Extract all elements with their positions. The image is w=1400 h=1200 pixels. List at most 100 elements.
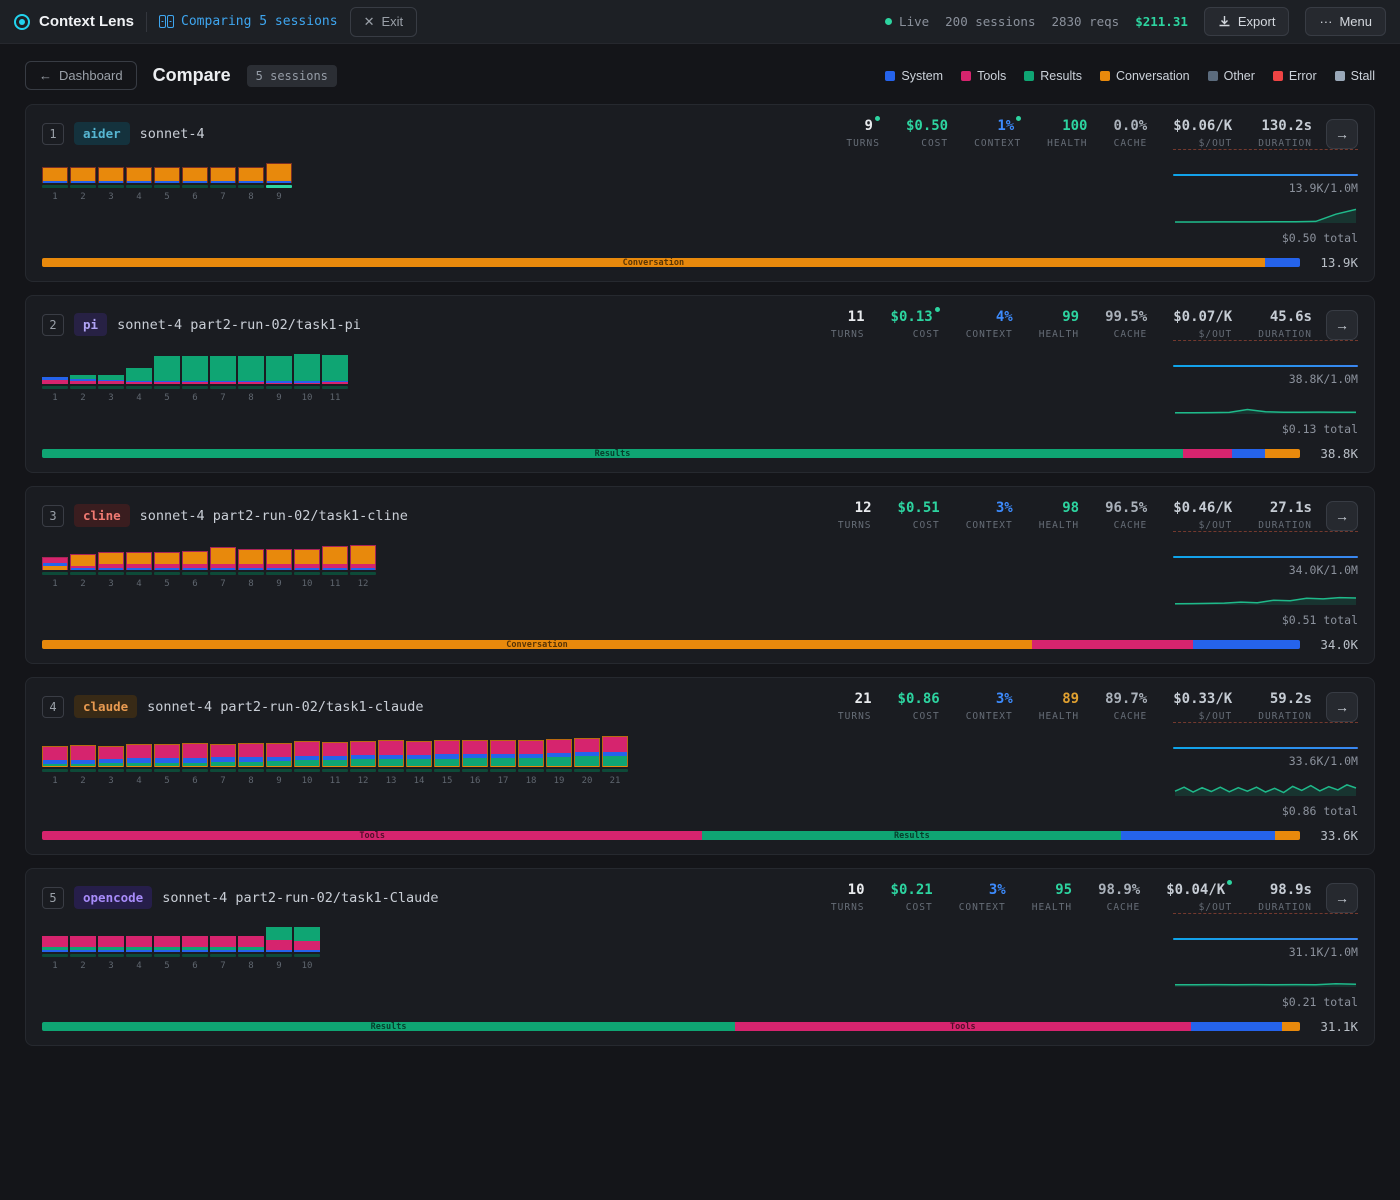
stat-context: 4%CONTEXT xyxy=(966,309,1013,340)
export-label: Export xyxy=(1238,14,1276,29)
bar-segment-res xyxy=(435,759,459,766)
open-session-button[interactable]: → xyxy=(1326,119,1358,149)
turn-bar: 6 xyxy=(182,167,208,202)
open-session-button[interactable]: → xyxy=(1326,692,1358,722)
app-brand: Context Lens xyxy=(14,13,134,30)
turn-bar: 9 xyxy=(266,743,292,786)
bar-health-underline xyxy=(434,769,460,772)
turn-number: 4 xyxy=(126,192,152,202)
composition-segment-conv xyxy=(1282,1022,1300,1031)
stat-value: 12 xyxy=(838,500,872,516)
stat-label: TURNS xyxy=(838,520,872,531)
bar-segment-conv xyxy=(267,766,291,767)
turn-number: 6 xyxy=(182,776,208,786)
bar-segment-res xyxy=(491,758,515,766)
bar-segment-conv xyxy=(239,550,263,564)
bar-segment-tools xyxy=(322,382,348,384)
stat-cost: $0.21COST xyxy=(891,882,933,913)
turn-number: 5 xyxy=(154,393,180,403)
category-legend: SystemToolsResultsConversationOtherError… xyxy=(885,69,1375,83)
bar-health-underline xyxy=(70,769,96,772)
bar-segment-tools xyxy=(183,744,207,758)
turn-bar: 4 xyxy=(126,936,152,971)
turn-bar: 2 xyxy=(70,375,96,403)
context-limit-dashed-line xyxy=(1173,722,1358,723)
bar-health-underline xyxy=(322,572,348,575)
legend-item: Other xyxy=(1208,69,1255,83)
stat-label: HEALTH xyxy=(1032,902,1072,913)
stat-health: 89HEALTH xyxy=(1039,691,1079,722)
turn-number: 1 xyxy=(42,579,68,589)
turn-bar: 21 xyxy=(602,736,628,786)
bar-health-underline xyxy=(70,185,96,188)
stat-value: 10 xyxy=(831,882,865,898)
open-session-button[interactable]: → xyxy=(1326,883,1358,913)
session-stats: 10TURNS$0.21COST3%CONTEXT95HEALTH98.9%CA… xyxy=(831,882,1312,913)
session-card: 4 claude sonnet-4 part2-run-02/task1-cla… xyxy=(25,677,1375,855)
bar-health-underline xyxy=(238,386,264,389)
stat-label: CACHE xyxy=(1098,902,1140,913)
turn-number: 9 xyxy=(266,579,292,589)
bar-segment-sys xyxy=(211,568,235,570)
bar-segment-tools xyxy=(407,742,431,755)
bar-segment-res xyxy=(266,356,292,381)
composition-stacked-bar: ToolsResults xyxy=(42,831,1300,840)
comparing-link[interactable]: Comparing 5 sessions xyxy=(159,14,338,29)
session-name: sonnet-4 part2-run-02/task1-Claude xyxy=(162,890,438,906)
bar-segment-conv xyxy=(603,766,627,767)
bar-health-underline xyxy=(518,769,544,772)
turn-bar: 7 xyxy=(210,936,236,971)
legend-item: Stall xyxy=(1335,69,1375,83)
bar-segment-sys xyxy=(127,568,151,570)
stat-dot-icon xyxy=(1016,116,1021,121)
bar-segment-res xyxy=(351,759,375,766)
stat-label: DURATION xyxy=(1258,329,1312,340)
stat-value: 27.1s xyxy=(1258,500,1312,516)
bar-segment-tools xyxy=(266,940,292,950)
turn-bar: 11 xyxy=(322,742,348,786)
agent-badge: claude xyxy=(74,695,137,718)
stat-value: $0.21 xyxy=(891,882,933,898)
bar-segment-sys xyxy=(266,950,292,952)
bar-health-underline xyxy=(322,386,348,389)
composition-total: 38.8K xyxy=(1312,446,1358,461)
live-label: Live xyxy=(899,14,929,29)
turn-number: 10 xyxy=(294,579,320,589)
open-session-button[interactable]: → xyxy=(1326,501,1358,531)
bar-segment-tools xyxy=(98,381,124,384)
stat-value: 3% xyxy=(966,500,1013,516)
stat-turns: 12 TURNS xyxy=(838,500,872,531)
turn-bar: 12 xyxy=(350,741,376,786)
bar-health-underline xyxy=(98,386,124,389)
back-dashboard-button[interactable]: ← Dashboard xyxy=(25,61,137,90)
stat-value: 9 xyxy=(846,118,880,134)
bar-health-underline xyxy=(154,572,180,575)
turn-bar: 5 xyxy=(154,356,180,403)
session-index-badge: 5 xyxy=(42,887,64,909)
bar-health-underline xyxy=(350,769,376,772)
bar-health-underline xyxy=(154,769,180,772)
export-button[interactable]: Export xyxy=(1204,7,1290,36)
legend-item: System xyxy=(885,69,943,83)
turn-number: 10 xyxy=(294,776,320,786)
turn-bars-chart: 12345678910 xyxy=(42,927,320,971)
open-session-button[interactable]: → xyxy=(1326,310,1358,340)
menu-button[interactable]: ··· Menu xyxy=(1305,7,1386,36)
topbar-right: Live 200 sessions 2830 reqs $211.31 Expo… xyxy=(885,7,1386,36)
exit-button[interactable]: ✕ Exit xyxy=(350,7,418,37)
ellipsis-icon: ··· xyxy=(1319,14,1332,29)
bar-health-underline xyxy=(70,954,96,957)
stat-value: 89 xyxy=(1039,691,1079,707)
turn-number: 11 xyxy=(322,776,348,786)
bar-segment-res xyxy=(407,759,431,766)
session-card: 1 aider sonnet-4 9TURNS$0.50COST1%CONTEX… xyxy=(25,104,1375,282)
context-limit-dashed-line xyxy=(1173,149,1358,150)
bar-segment-res xyxy=(322,355,348,381)
bar-segment-sys xyxy=(351,568,375,570)
bar-health-underline xyxy=(126,572,152,575)
agent-badge: cline xyxy=(74,504,130,527)
cost-total-label: $0.86 total xyxy=(1173,804,1358,818)
bar-segment-conv xyxy=(351,766,375,767)
agent-badge: opencode xyxy=(74,886,152,909)
menu-label: Menu xyxy=(1339,14,1372,29)
